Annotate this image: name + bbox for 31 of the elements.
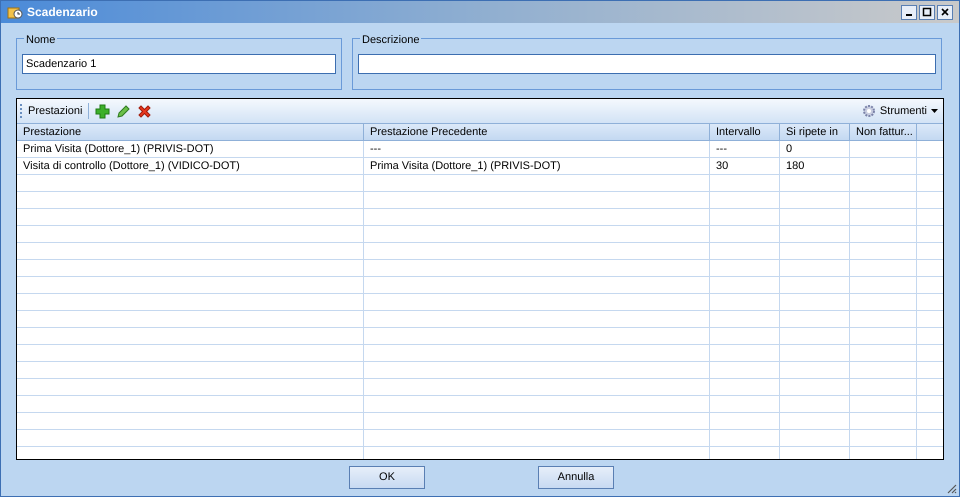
plus-icon[interactable] [95, 104, 110, 118]
minimize-icon [906, 14, 912, 16]
delete-icon[interactable] [137, 104, 152, 118]
column-header: Non fattur... [850, 124, 917, 140]
ok-button[interactable]: OK [349, 466, 425, 489]
caret-icon [931, 109, 938, 113]
column-header: Prestazione [17, 124, 364, 140]
table-cell: Prima Visita (Dottore_1) (PRIVIS-DOT) [17, 141, 364, 157]
close-button[interactable] [937, 4, 953, 20]
maximize-icon [922, 7, 932, 17]
window-title: Scadenzario [27, 4, 98, 21]
cancel-button[interactable]: Annulla [538, 466, 614, 489]
table-cell: 0 [780, 141, 850, 157]
table-cell: --- [710, 141, 780, 157]
table-cell: --- [364, 141, 710, 157]
text-field[interactable]: Scadenzario 1 [22, 54, 336, 74]
resize-grip-icon[interactable] [945, 482, 957, 494]
table-cell: 30 [710, 158, 780, 174]
maximize-button[interactable] [919, 4, 935, 20]
pencil-icon[interactable] [116, 104, 132, 118]
table-cell: 180 [780, 158, 850, 174]
table-cell: Prima Visita (Dottore_1) (PRIVIS-DOT) [364, 158, 710, 174]
gear-icon [862, 104, 876, 118]
column-header: Si ripete in [780, 124, 850, 140]
table-cell: Visita di controllo (Dottore_1) (VIDICO-DOT) [17, 158, 364, 174]
close-icon [940, 7, 950, 17]
column-header: Prestazione Precedente [364, 124, 710, 140]
minimize-button[interactable] [901, 4, 917, 20]
tools-dropdown[interactable]: Strumenti [862, 102, 940, 120]
toolbar-label: Prestazioni [28, 104, 82, 119]
column-header: Intervallo [710, 124, 780, 140]
